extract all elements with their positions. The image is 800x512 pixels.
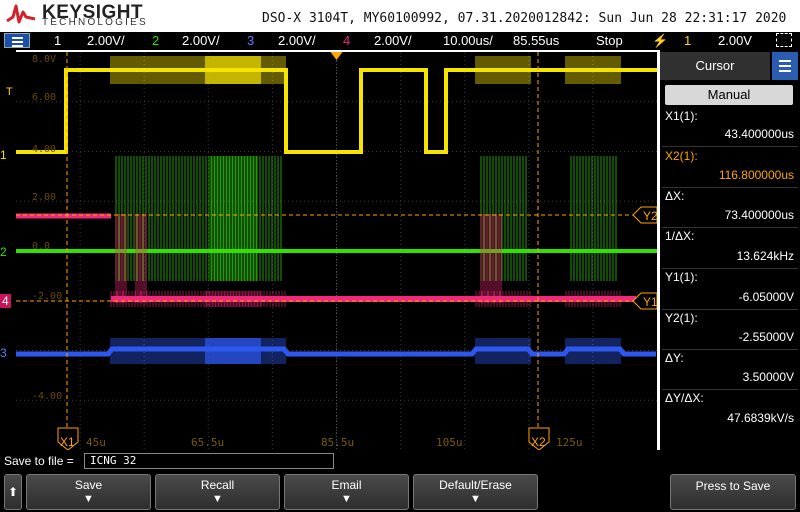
ch4-number[interactable]: 4 xyxy=(343,33,350,48)
email-softkey-label: Email xyxy=(331,478,362,492)
horizontal-delay[interactable]: 85.55us xyxy=(513,33,559,48)
delta-x-label: ΔX: xyxy=(665,189,685,203)
channel-status-bar: 1 2.00V/ 2 2.00V/ 3 2.00V/ 4 2.00V/ 10.0… xyxy=(0,32,800,50)
svg-text:X2: X2 xyxy=(531,435,546,449)
delta-y-over-delta-x-label: ΔY/ΔX: xyxy=(665,391,704,405)
y1-cursor-marker[interactable]: Y1 xyxy=(632,292,657,310)
save-softkey[interactable]: Save ▼ xyxy=(26,474,151,510)
time-axis-label: 45u xyxy=(86,436,106,449)
down-arrow-icon: ▼ xyxy=(470,493,481,505)
header: KEYSIGHT TECHNOLOGIES DSO-X 3104T, MY601… xyxy=(0,0,800,32)
time-axis-label: 125u xyxy=(556,436,583,449)
y1-value[interactable]: -6.05000V xyxy=(739,290,794,304)
inverse-delta-x-value: 13.624kHz xyxy=(736,249,794,263)
inverse-delta-x-label: 1/ΔX: xyxy=(665,229,695,243)
svg-text:Y1: Y1 xyxy=(643,295,657,309)
default-erase-softkey[interactable]: Default/Erase ▼ xyxy=(413,474,538,510)
x1-value[interactable]: 43.400000us xyxy=(725,127,794,141)
save-to-file-label: Save to file = xyxy=(4,454,74,468)
delta-y-label: ΔY: xyxy=(665,351,684,365)
x2-label: X2(1): xyxy=(665,149,698,163)
timebase-scale[interactable]: 10.00us/ xyxy=(443,33,493,48)
ch4-scale[interactable]: 2.00V/ xyxy=(374,33,412,48)
y2-value[interactable]: -2.55000V xyxy=(739,330,794,344)
recall-softkey[interactable]: Recall ▼ xyxy=(155,474,280,510)
trigger-level[interactable]: 2.00V xyxy=(718,33,752,48)
email-softkey[interactable]: Email ▼ xyxy=(284,474,409,510)
save-softkey-label: Save xyxy=(74,478,103,492)
voltage-axis-label: 8.0V xyxy=(32,54,56,65)
x1-label: X1(1): xyxy=(665,109,698,123)
x2-cursor-marker[interactable]: X2 xyxy=(528,427,550,450)
cursor-panel: Cursor Manual X1(1): 43.400000us X2(1): … xyxy=(660,50,800,450)
x1-cursor-marker[interactable]: X1 xyxy=(57,427,79,450)
save-filename-field[interactable]: ICNG 32 xyxy=(84,453,334,469)
y2-cursor-marker[interactable]: Y2 xyxy=(632,206,657,224)
softkey-bar: ⬆ Save ▼ Recall ▼ Email ▼ Default/Erase … xyxy=(0,472,800,512)
time-axis-label: 85.5u xyxy=(321,436,354,449)
down-arrow-icon: ▼ xyxy=(83,493,94,505)
save-file-bar: Save to file = ICNG 32 xyxy=(0,450,800,472)
ch1-ground-marker[interactable]: 1 xyxy=(0,148,7,162)
ch2-number[interactable]: 2 xyxy=(152,33,159,48)
ch1-number[interactable]: 1 xyxy=(54,33,61,48)
waveform-display[interactable]: X1 X2 Y1 Y2 45u 65.5u 85.5u 105u 125u 8.0V 6.00 4.0… xyxy=(16,52,657,450)
delta-y-value: 3.50000V xyxy=(742,370,794,384)
recall-softkey-label: Recall xyxy=(200,478,235,492)
svg-text:Y2: Y2 xyxy=(643,209,657,223)
ch4-ground-marker[interactable]: 4 xyxy=(0,294,11,308)
brand-tagline: TECHNOLOGIES xyxy=(42,17,148,28)
time-axis-label: 65.5u xyxy=(191,436,224,449)
press-to-save-softkey[interactable]: Press to Save xyxy=(670,474,796,510)
delta-y-over-delta-x-value: 47.6839kV/s xyxy=(727,411,794,425)
ch3-scale[interactable]: 2.00V/ xyxy=(278,33,316,48)
ch1-scale[interactable]: 2.00V/ xyxy=(87,33,125,48)
voltage-axis-label: 4.00 xyxy=(32,144,56,155)
acquire-icon[interactable] xyxy=(776,33,792,47)
delta-x-value: 73.400000us xyxy=(724,208,794,222)
down-arrow-icon: ▼ xyxy=(212,493,223,505)
down-arrow-icon: ▼ xyxy=(341,493,352,505)
ch2-ground-marker[interactable]: 2 xyxy=(0,245,7,259)
trigger-level-marker[interactable]: T xyxy=(6,86,13,98)
voltage-axis-label: 2.00 xyxy=(32,192,56,203)
x2-value[interactable]: 116.800000us xyxy=(719,168,794,182)
run-state[interactable]: Stop xyxy=(596,33,623,48)
press-to-save-label: Press to Save xyxy=(695,479,771,493)
voltage-axis-label: -4.00 xyxy=(32,391,62,402)
time-axis-label: 105u xyxy=(436,436,463,449)
ch3-number[interactable]: 3 xyxy=(247,33,254,48)
cursor-mode-button[interactable]: Manual xyxy=(665,85,793,105)
voltage-axis-label: -2.00 xyxy=(32,291,62,302)
cursor-panel-title: Cursor xyxy=(660,52,770,80)
main-menu-button[interactable] xyxy=(4,33,30,48)
svg-text:X1: X1 xyxy=(60,435,75,449)
trigger-channel[interactable]: 1 xyxy=(684,33,691,48)
scope-identification: DSO-X 3104T, MY60100992, 07.31.202001284… xyxy=(262,11,787,26)
y2-label: Y2(1): xyxy=(665,311,698,325)
default-erase-softkey-label: Default/Erase xyxy=(439,478,512,492)
ch3-ground-marker[interactable]: 3 xyxy=(0,346,7,360)
trigger-edge-icon: ⚡ xyxy=(652,33,669,48)
voltage-axis-label: 0.0 xyxy=(32,241,50,252)
keysight-logo-icon xyxy=(6,4,36,24)
menu-up-button[interactable]: ⬆ xyxy=(4,474,22,510)
panel-menu-icon[interactable] xyxy=(772,52,798,80)
y1-label: Y1(1): xyxy=(665,270,698,284)
up-arrow-icon: ⬆ xyxy=(7,485,19,499)
voltage-axis-label: 6.00 xyxy=(32,92,56,103)
ch2-scale[interactable]: 2.00V/ xyxy=(182,33,220,48)
